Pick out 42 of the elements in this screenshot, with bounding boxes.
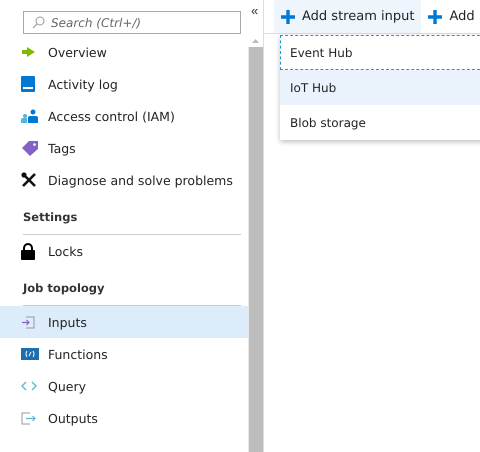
sidebar-item[interactable]: Diagnose and solve problems [0, 164, 248, 196]
tag-icon [21, 140, 39, 156]
search-icon [32, 16, 45, 29]
item-label: Tags [48, 140, 76, 156]
menu-item[interactable]: Blob storage [280, 105, 480, 140]
lock-icon [21, 242, 35, 260]
section-heading: Settings [22, 209, 78, 226]
item-label: Overview [48, 44, 107, 60]
output-icon [21, 412, 37, 424]
sidebar-item[interactable]: Tags [0, 132, 248, 164]
section-heading: Job topology [21, 280, 106, 297]
arrow-icon [21, 46, 37, 58]
function-icon [21, 348, 39, 360]
item-label: Inputs [48, 314, 87, 330]
item-label: Diagnose and solve problems [48, 172, 233, 188]
search-field[interactable]: Search (Ctrl+/) [23, 11, 241, 34]
plus-icon [281, 10, 295, 24]
toolbar-button[interactable]: Add [421, 0, 480, 33]
people-icon [21, 109, 39, 123]
sidebar-item[interactable]: Inputs [0, 306, 248, 338]
menu-item[interactable]: IoT Hub [280, 70, 480, 105]
item-label: Access control (IAM) [48, 108, 175, 124]
item-label: Outputs [48, 410, 98, 426]
sidebar-item[interactable]: Access control (IAM) [0, 100, 248, 132]
sidebar-item[interactable]: Query [0, 370, 248, 402]
item-label: Locks [48, 244, 84, 258]
code-icon [21, 381, 37, 391]
sidebar-item[interactable]: Locks [0, 235, 248, 267]
sidebar-item[interactable]: Functions [0, 338, 248, 370]
sidebar-item[interactable]: Outputs [0, 402, 248, 434]
item-label: Activity log [48, 76, 118, 92]
collapse-button[interactable]: « [251, 3, 258, 18]
plus-icon [428, 10, 442, 24]
toolbar-button[interactable]: Add stream input [274, 0, 422, 33]
sidebar-item[interactable]: Activity log [0, 68, 248, 100]
scroll-up-icon [252, 39, 259, 43]
book-icon [21, 76, 35, 92]
input-icon [21, 316, 35, 328]
item-label: Functions [48, 346, 108, 362]
sidebar-item[interactable]: Overview [0, 36, 248, 68]
item-label: Query [48, 378, 86, 394]
tools-icon [21, 172, 37, 188]
